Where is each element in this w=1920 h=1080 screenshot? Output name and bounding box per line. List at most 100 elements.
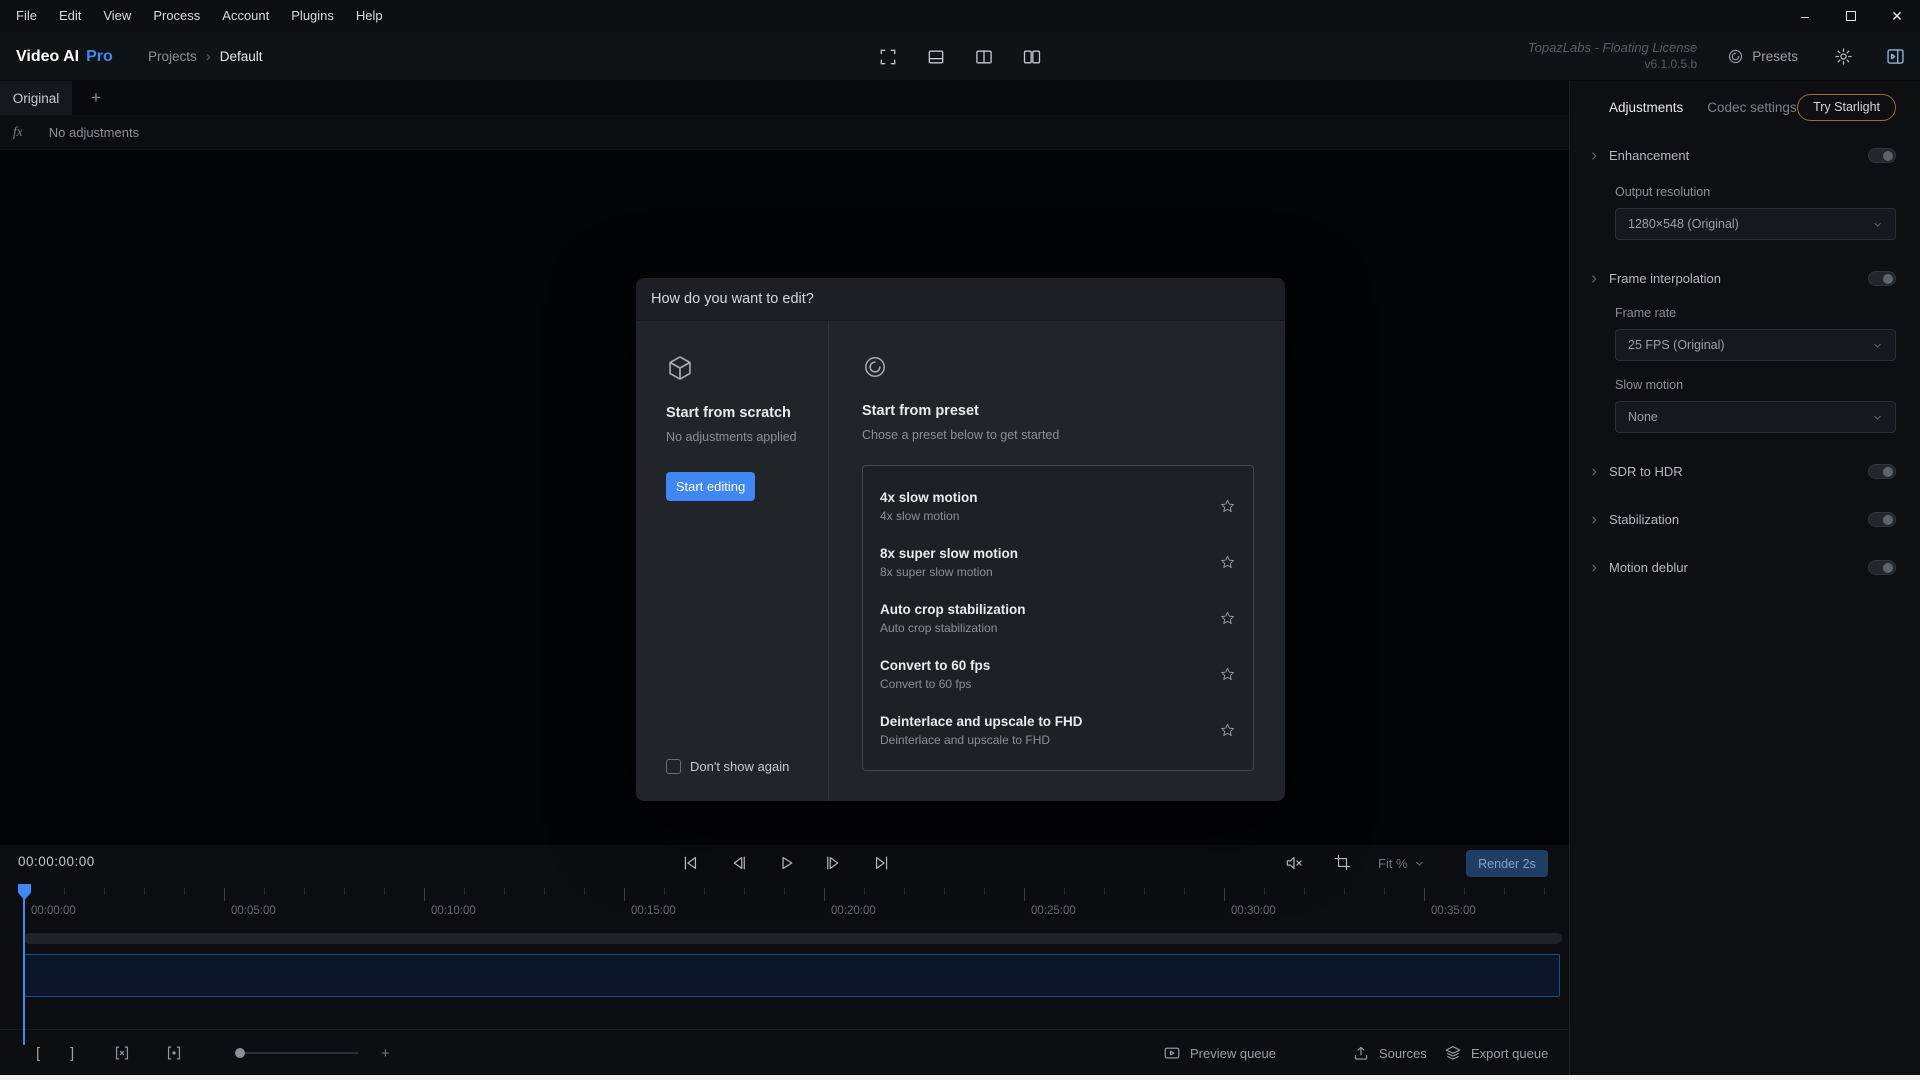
dont-show-again-row[interactable]: Don't show again — [666, 759, 789, 774]
timeline-scrollbar[interactable] — [24, 933, 1562, 944]
frame-rate-value: 25 FPS (Original) — [1628, 338, 1725, 352]
window-controls: – ✕ — [1782, 0, 1920, 32]
preset-item[interactable]: Deinterlace and upscale to FHD Deinterla… — [863, 702, 1253, 758]
try-starlight-button[interactable]: Try Starlight — [1797, 94, 1896, 121]
section-enhancement[interactable]: Enhancement — [1588, 148, 1896, 163]
zoom-in-button[interactable]: + — [381, 1030, 390, 1076]
star-icon[interactable] — [1219, 610, 1236, 627]
preset-item[interactable]: Convert to 60 fps Convert to 60 fps — [863, 646, 1253, 702]
dont-show-again-checkbox[interactable] — [666, 759, 681, 774]
sources-button[interactable]: Sources — [1352, 1030, 1427, 1076]
app-name: Video AI — [16, 48, 79, 66]
panel-toggle-icon[interactable] — [1885, 46, 1906, 67]
stabilization-toggle[interactable] — [1868, 512, 1896, 527]
export-queue-button[interactable]: Export queue — [1444, 1030, 1548, 1076]
menu-file[interactable]: File — [5, 0, 48, 32]
cube-icon — [666, 354, 694, 382]
single-view-icon[interactable] — [872, 32, 904, 81]
settings-gear-icon[interactable] — [1834, 47, 1853, 66]
preset-subtitle: 8x super slow motion — [880, 565, 1018, 579]
enhancement-toggle[interactable] — [1868, 148, 1896, 163]
dont-show-again-label: Don't show again — [690, 759, 789, 774]
next-frame-button[interactable] — [823, 850, 845, 876]
preset-item[interactable]: Auto crop stabilization Auto crop stabil… — [863, 590, 1253, 646]
start-editing-button[interactable]: Start editing — [666, 472, 755, 501]
maximize-icon — [1846, 11, 1856, 21]
section-stabilization[interactable]: Stabilization — [1588, 512, 1896, 527]
set-out-point-button[interactable]: ] — [70, 1030, 74, 1076]
playhead-line[interactable] — [23, 897, 25, 1045]
section-sdr-to-hdr[interactable]: SDR to HDR — [1588, 464, 1896, 479]
section-motion-deblur[interactable]: Motion deblur — [1588, 560, 1896, 575]
frame-rate-dropdown[interactable]: 25 FPS (Original) — [1615, 329, 1896, 361]
skip-to-start-button[interactable] — [679, 850, 701, 876]
breadcrumb-projects[interactable]: Projects — [148, 49, 197, 64]
export-queue-layers-icon — [1444, 1044, 1462, 1062]
star-icon[interactable] — [1219, 666, 1236, 683]
star-icon[interactable] — [1219, 554, 1236, 571]
zoom-slider-knob[interactable] — [235, 1048, 245, 1058]
output-resolution-dropdown[interactable]: 1280×548 (Original) — [1615, 208, 1896, 240]
toggle-knob — [1883, 515, 1893, 525]
slow-motion-dropdown[interactable]: None — [1615, 401, 1896, 433]
menu-bar: File Edit View Process Account Plugins H… — [0, 0, 1920, 32]
maximize-button[interactable] — [1828, 0, 1874, 32]
mute-audio-icon[interactable] — [1284, 853, 1304, 873]
preset-title: Auto crop stabilization — [880, 602, 1026, 617]
split-horizontal-view-icon[interactable] — [920, 32, 952, 81]
loop-selection-icon[interactable] — [164, 1030, 184, 1076]
minimize-button[interactable]: – — [1782, 0, 1828, 32]
skip-to-end-button[interactable] — [871, 850, 893, 876]
zoom-slider-track[interactable] — [236, 1052, 358, 1054]
section-frame-interpolation[interactable]: Frame interpolation — [1588, 271, 1896, 286]
close-button[interactable]: ✕ — [1874, 0, 1920, 32]
play-button[interactable] — [775, 850, 797, 876]
tab-original[interactable]: Original — [0, 81, 72, 115]
chevron-right-icon — [1588, 150, 1600, 162]
crop-icon[interactable] — [1333, 853, 1352, 872]
zoom-fit-label: Fit % — [1378, 856, 1408, 871]
slow-motion-value: None — [1628, 410, 1658, 424]
frame-interpolation-toggle[interactable] — [1868, 271, 1896, 286]
render-button[interactable]: Render 2s — [1466, 850, 1548, 877]
menu-plugins[interactable]: Plugins — [280, 0, 345, 32]
timeline-clip-track[interactable] — [24, 954, 1560, 997]
toggle-knob — [1883, 563, 1893, 573]
preset-item[interactable]: 4x slow motion 4x slow motion — [863, 478, 1253, 534]
breadcrumb: Projects › Default — [148, 32, 263, 81]
star-icon[interactable] — [1219, 722, 1236, 739]
tab-codec-settings[interactable]: Codec settings — [1707, 100, 1796, 115]
preview-queue-button[interactable]: Preview queue — [1163, 1030, 1276, 1076]
timeline-zoom-slider[interactable] — [236, 1030, 358, 1076]
sdr-to-hdr-toggle[interactable] — [1868, 464, 1896, 479]
preset-item[interactable]: 8x super slow motion 8x super slow motio… — [863, 534, 1253, 590]
chevron-down-icon — [1872, 219, 1883, 230]
license-name: TopazLabs - Floating License — [1528, 40, 1697, 57]
motion-deblur-toggle[interactable] — [1868, 560, 1896, 575]
presets-button[interactable]: Presets — [1727, 48, 1798, 65]
ruler-major-ticks[interactable] — [24, 888, 1562, 901]
set-in-point-button[interactable]: [ — [36, 1030, 40, 1076]
topaz-video-ai-window: File Edit View Process Account Plugins H… — [0, 0, 1920, 1080]
menu-account[interactable]: Account — [211, 0, 280, 32]
chevron-down-icon — [1872, 412, 1883, 423]
start-from-scratch-title: Start from scratch — [666, 405, 791, 421]
menu-process[interactable]: Process — [142, 0, 211, 32]
tab-adjustments[interactable]: Adjustments — [1609, 100, 1683, 115]
menu-help[interactable]: Help — [345, 0, 394, 32]
zoom-fit-dropdown[interactable]: Fit % — [1378, 850, 1425, 876]
ruler-label: 00:15:00 — [631, 905, 676, 917]
stabilization-label: Stabilization — [1609, 512, 1679, 527]
ruler-label: 00:35:00 — [1431, 905, 1476, 917]
side-by-side-view-icon[interactable] — [1016, 32, 1048, 81]
start-from-preset-subtitle: Chose a preset below to get started — [862, 428, 1285, 442]
split-vertical-view-icon[interactable] — [968, 32, 1000, 81]
previous-frame-button[interactable] — [727, 850, 749, 876]
sdr-to-hdr-label: SDR to HDR — [1609, 464, 1683, 479]
clear-in-out-icon[interactable] — [112, 1030, 132, 1076]
adjustments-strip: fx No adjustments — [0, 115, 1569, 150]
menu-view[interactable]: View — [92, 0, 142, 32]
star-icon[interactable] — [1219, 498, 1236, 515]
menu-edit[interactable]: Edit — [48, 0, 92, 32]
add-tab-button[interactable]: + — [80, 81, 112, 115]
